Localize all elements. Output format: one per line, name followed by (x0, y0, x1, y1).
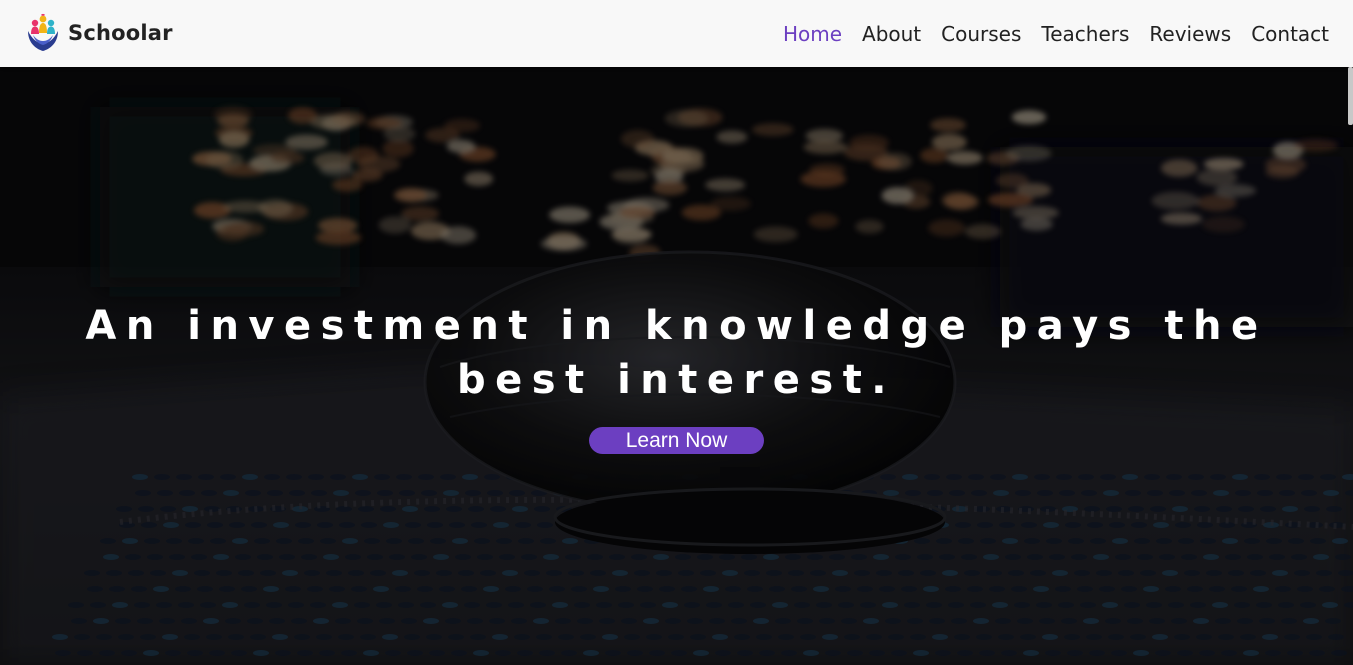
people-hands-logo-icon (28, 13, 58, 51)
hero-section: An investment in knowledge pays the best… (0, 67, 1353, 665)
learn-now-button[interactable]: Learn Now (589, 427, 764, 454)
nav-home[interactable]: Home (783, 22, 842, 46)
nav-contact[interactable]: Contact (1251, 22, 1329, 46)
hero-headline: An investment in knowledge pays the best… (85, 303, 1268, 403)
nav-teachers[interactable]: Teachers (1041, 22, 1129, 46)
page: Schoolar Home About Courses Teachers Rev… (0, 0, 1353, 665)
nav-reviews[interactable]: Reviews (1149, 22, 1231, 46)
nav-courses[interactable]: Courses (941, 22, 1021, 46)
hero-content: An investment in knowledge pays the best… (0, 299, 1353, 454)
brand-name: Schoolar (68, 21, 173, 45)
site-header: Schoolar Home About Courses Teachers Rev… (0, 0, 1353, 67)
nav-about[interactable]: About (862, 22, 921, 46)
brand[interactable]: Schoolar (24, 10, 173, 56)
page-scrollbar[interactable] (1348, 67, 1353, 125)
main-nav: Home About Courses Teachers Reviews Cont… (763, 0, 1329, 67)
